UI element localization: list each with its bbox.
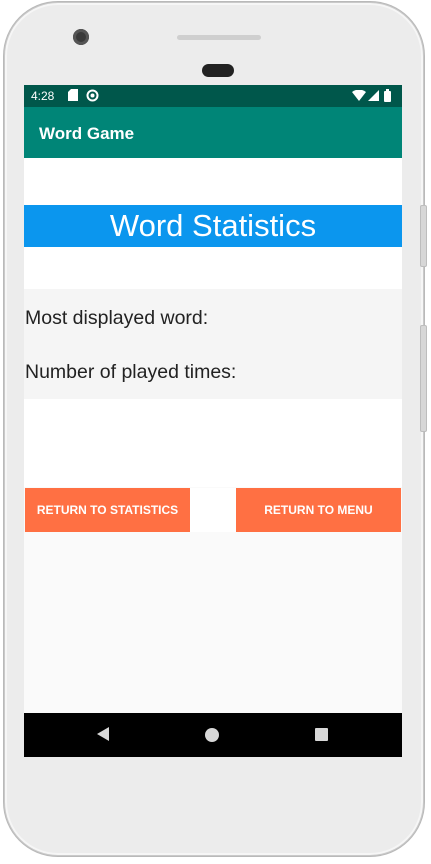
front-camera: [73, 29, 89, 45]
sync-icon: [86, 89, 99, 105]
wifi-icon: [352, 89, 366, 104]
speaker: [202, 64, 234, 77]
sd-card-icon: [68, 89, 78, 104]
home-icon[interactable]: [205, 728, 219, 747]
app-title: Word Game: [39, 124, 135, 143]
navigation-bar: [24, 713, 402, 757]
earpiece-grille: [177, 35, 261, 40]
status-bar: 4:28: [24, 85, 402, 107]
statistics-info-panel: Most displayed word: Number of played ti…: [24, 289, 402, 399]
recents-icon[interactable]: [315, 728, 328, 746]
app-bar: Word Game: [24, 107, 402, 158]
battery-icon: [384, 89, 391, 105]
return-to-statistics-button[interactable]: RETURN TO STATISTICS: [25, 488, 190, 532]
spacer-area: [24, 399, 402, 487]
screen: 4:28 Word Game Word Statistics Most disp…: [24, 85, 402, 757]
statistics-header: Word Statistics: [24, 205, 402, 247]
back-icon[interactable]: [96, 726, 110, 747]
status-time: 4:28: [31, 89, 55, 103]
button-gap: [190, 488, 236, 532]
volume-button: [420, 325, 427, 432]
played-times-label: Number of played times:: [25, 361, 237, 383]
return-to-menu-button[interactable]: RETURN TO MENU: [236, 488, 401, 532]
power-button: [420, 205, 427, 267]
signal-icon: [368, 90, 379, 104]
most-displayed-word-label: Most displayed word:: [25, 307, 209, 329]
